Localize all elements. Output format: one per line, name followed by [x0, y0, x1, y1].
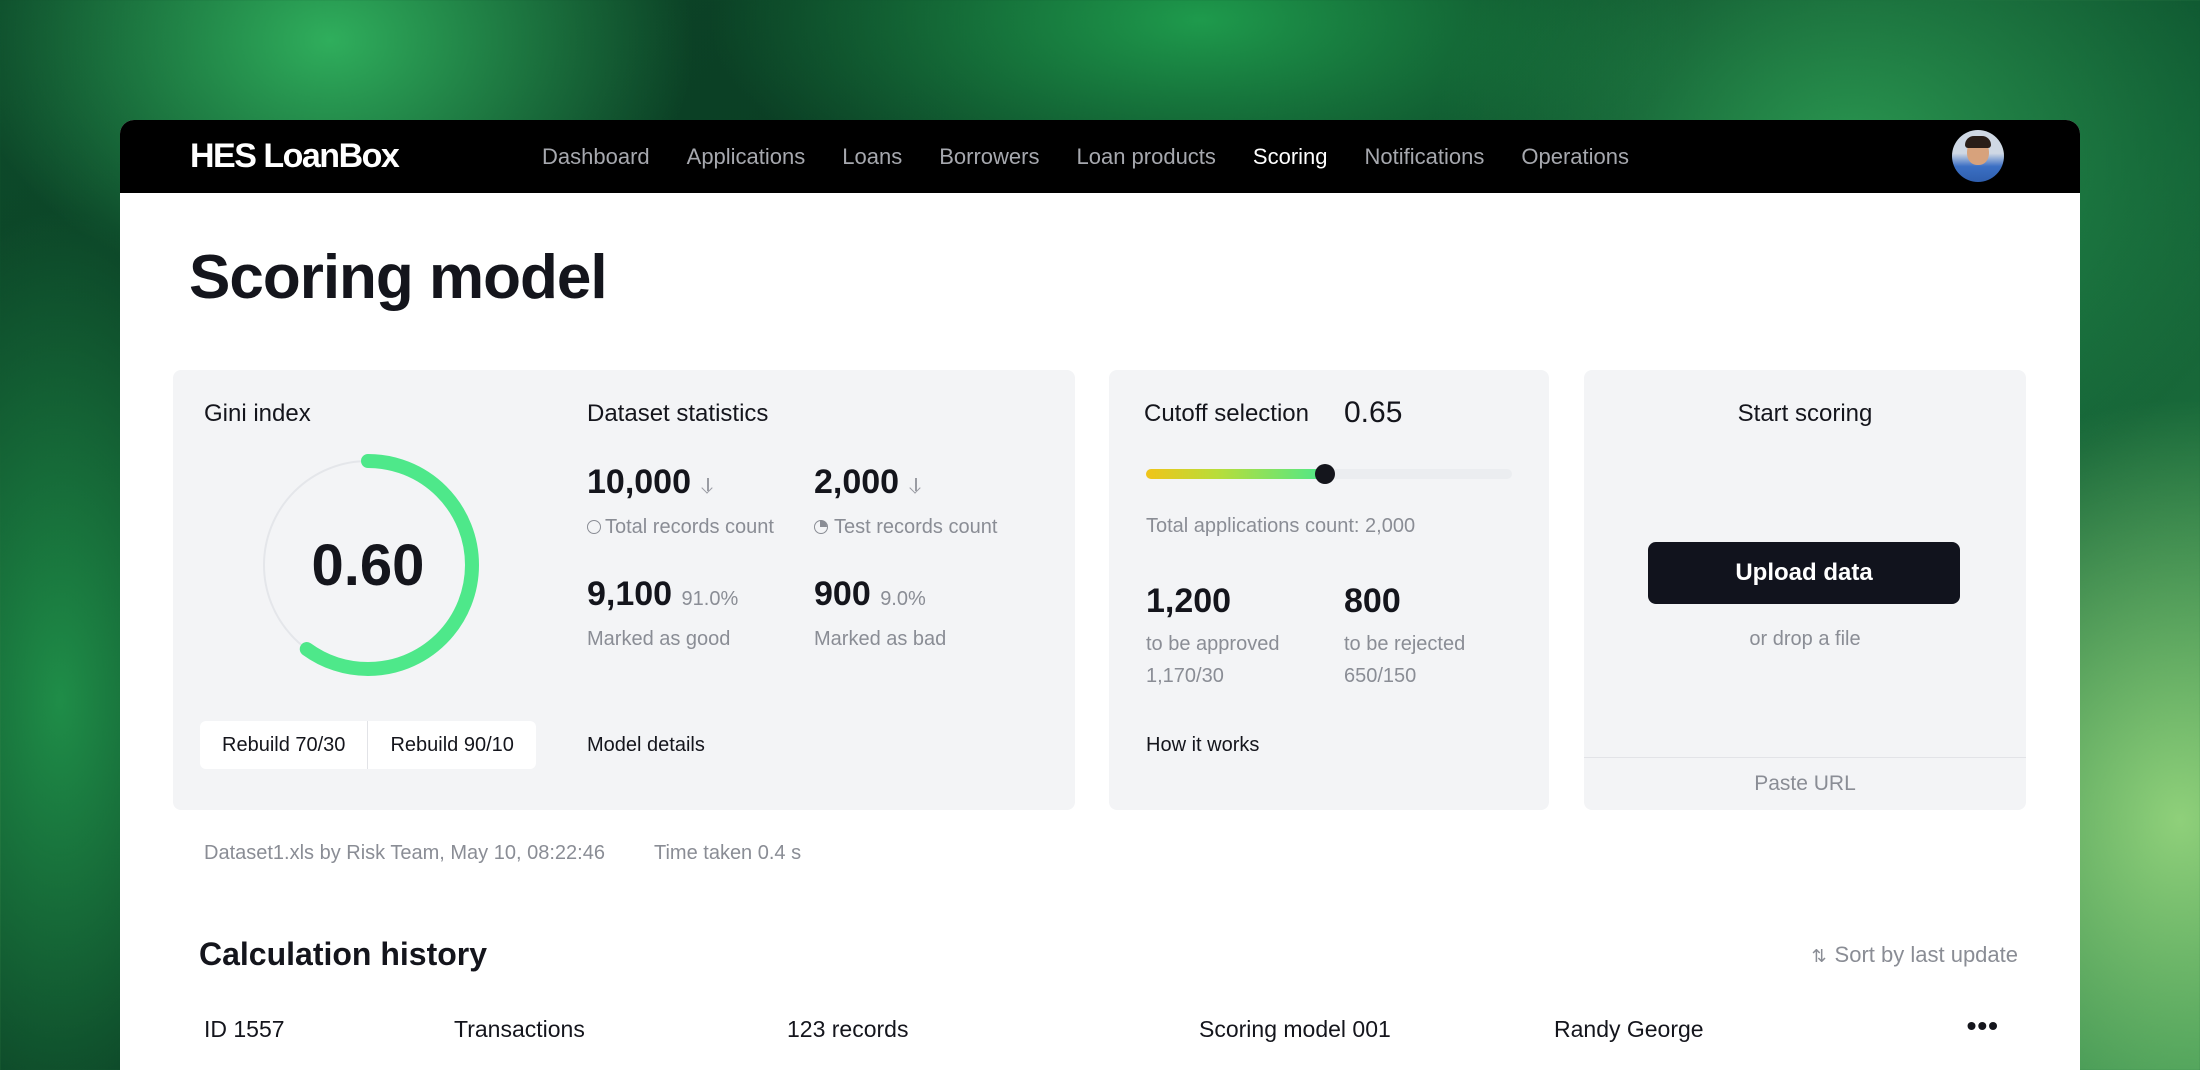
gini-value: 0.60 [311, 532, 425, 598]
download-icon[interactable] [909, 477, 923, 495]
bad-records-percent: 9.0% [880, 588, 926, 610]
nav-item-loan-products[interactable]: Loan products [1076, 144, 1215, 170]
row-records: 123 records [787, 1016, 909, 1042]
nav-item-borrowers[interactable]: Borrowers [939, 144, 1039, 170]
total-applications-count: Total applications count: 2,000 [1146, 515, 1416, 537]
drop-file-hint: or drop a file [1749, 628, 1861, 650]
test-records-value: 2,000 [814, 463, 900, 501]
approved-split: 1,170/30 [1146, 665, 1224, 687]
nav-item-loans[interactable]: Loans [842, 144, 902, 170]
row-type: Transactions [454, 1016, 585, 1042]
paste-url-button[interactable]: Paste URL [1584, 757, 2026, 810]
row-user: Randy George [1554, 1016, 1704, 1042]
good-records-label: Marked as good [587, 628, 731, 650]
rejected-label: to be rejected [1344, 633, 1466, 655]
rejected-value: 800 [1344, 582, 1401, 620]
rebuild-toggle: Rebuild 70/30 Rebuild 90/10 [200, 721, 536, 769]
cutoff-title: Cutoff selection [1144, 400, 1309, 427]
upload-data-button[interactable]: Upload data [1648, 542, 1960, 604]
good-records-stat: 9,100 91.0% [587, 575, 738, 614]
pie-chart-icon [814, 520, 828, 534]
dataset-stats-title: Dataset statistics [587, 400, 769, 427]
test-records-label: Test records count [834, 516, 998, 538]
total-records-value: 10,000 [587, 463, 691, 501]
cutoff-value: 0.65 [1344, 396, 1403, 429]
cutoff-slider-handle[interactable] [1315, 464, 1336, 484]
more-options-icon[interactable]: ••• [1967, 1010, 1999, 1042]
calculation-history-title: Calculation history [199, 936, 488, 972]
how-it-works-link[interactable]: How it works [1146, 734, 1259, 757]
time-taken-info: Time taken 0.4 s [654, 842, 802, 864]
approved-label: to be approved [1146, 633, 1280, 655]
logo: HES LoanBox [190, 137, 400, 175]
rebuild-70-30-button[interactable]: Rebuild 70/30 [200, 721, 367, 769]
dataset-meta-info: Dataset1.xls by Risk Team, May 10, 08:22… [204, 842, 605, 864]
sort-icon: ⇅ [1811, 946, 1827, 966]
sort-label: Sort by last update [1834, 942, 2018, 967]
total-records-caption: Total records count [587, 516, 774, 539]
bad-records-stat: 900 9.0% [814, 575, 926, 614]
total-records-label: Total records count [605, 516, 774, 538]
rebuild-90-10-button[interactable]: Rebuild 90/10 [367, 721, 535, 769]
rejected-split: 650/150 [1344, 665, 1417, 687]
good-records-value: 9,100 [587, 575, 673, 613]
app-window: HES LoanBox Dashboard Applications Loans… [120, 120, 2080, 1070]
total-records-stat: 10,000 [587, 463, 715, 502]
cutoff-slider[interactable] [1146, 464, 1512, 484]
start-scoring-card: Start scoring Upload data or drop a file… [1584, 370, 2026, 810]
test-records-stat: 2,000 [814, 463, 923, 502]
start-scoring-title: Start scoring [1737, 400, 1873, 427]
nav-item-applications[interactable]: Applications [687, 144, 806, 170]
bad-records-label: Marked as bad [814, 628, 947, 650]
cutoff-selection-card: Cutoff selection 0.65 Total applications… [1109, 370, 1549, 810]
top-navigation-bar: HES LoanBox Dashboard Applications Loans… [120, 120, 2080, 193]
nav-item-operations[interactable]: Operations [1521, 144, 1629, 170]
circle-icon [587, 520, 601, 534]
main-nav: Dashboard Applications Loans Borrowers L… [542, 144, 1666, 170]
gini-title: Gini index [204, 400, 311, 427]
cutoff-slider-fill [1146, 469, 1326, 479]
row-model: Scoring model 001 [1199, 1016, 1391, 1042]
avatar-hair [1965, 136, 1991, 148]
nav-item-dashboard[interactable]: Dashboard [542, 144, 650, 170]
sort-by-last-update-button[interactable]: ⇅ Sort by last update [1811, 942, 2018, 968]
model-summary-card: Gini index 0.60 Rebuild 70/30 Rebuild 90… [173, 370, 1075, 810]
bad-records-value: 900 [814, 575, 871, 613]
page-title: Scoring model [189, 243, 608, 312]
approved-value: 1,200 [1146, 582, 1232, 620]
model-details-link[interactable]: Model details [587, 734, 705, 757]
nav-item-scoring[interactable]: Scoring [1253, 144, 1328, 170]
good-records-percent: 91.0% [681, 588, 739, 610]
download-icon[interactable] [701, 477, 715, 495]
nav-item-notifications[interactable]: Notifications [1365, 144, 1485, 170]
test-records-caption: Test records count [814, 516, 997, 539]
user-avatar[interactable] [1952, 130, 2004, 182]
row-id: ID 1557 [204, 1016, 285, 1042]
